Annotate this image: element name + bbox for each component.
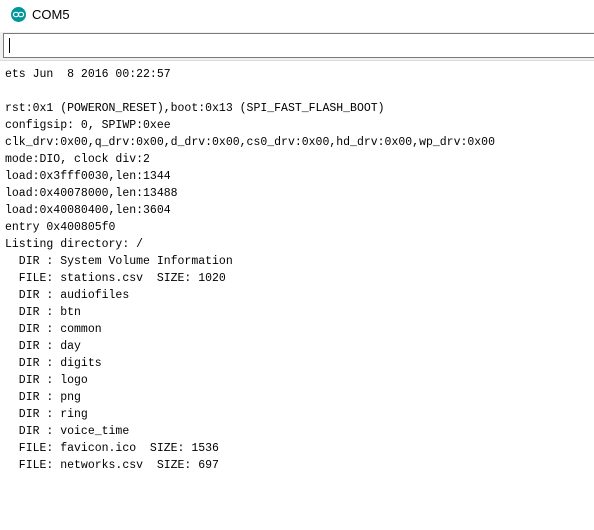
console-line: DIR : day — [5, 340, 81, 353]
console-line: DIR : System Volume Information — [5, 255, 233, 268]
title-bar: COM5 — [0, 0, 594, 32]
send-input[interactable] — [3, 33, 594, 58]
console-line: DIR : common — [5, 323, 102, 336]
console-line: DIR : logo — [5, 374, 88, 387]
console-line: Listing directory: / — [5, 238, 144, 251]
console-line: load:0x40080400,len:3604 — [5, 204, 171, 217]
console-line: DIR : ring — [5, 408, 88, 421]
console-line: FILE: networks.csv SIZE: 697 — [5, 459, 219, 472]
arduino-icon — [11, 7, 26, 22]
serial-output-area[interactable]: ets Jun 8 2016 00:22:57 rst:0x1 (POWERON_… — [0, 61, 594, 530]
console-line: load:0x40078000,len:13488 — [5, 187, 178, 200]
console-line: configsip: 0, SPIWP:0xee — [5, 119, 171, 132]
console-line: DIR : audiofiles — [5, 289, 130, 302]
console-line: entry 0x400805f0 — [5, 221, 116, 234]
send-bar — [0, 32, 594, 60]
console-line: DIR : png — [5, 391, 81, 404]
console-line: ets Jun 8 2016 00:22:57 — [5, 68, 171, 81]
console-line: DIR : digits — [5, 357, 102, 370]
window-title: COM5 — [32, 7, 70, 22]
text-caret — [9, 38, 10, 53]
console-line: DIR : btn — [5, 306, 81, 319]
console-line: FILE: stations.csv SIZE: 1020 — [5, 272, 226, 285]
console-line: mode:DIO, clock div:2 — [5, 153, 150, 166]
serial-output-text: ets Jun 8 2016 00:22:57 rst:0x1 (POWERON_… — [5, 66, 495, 474]
console-line: load:0x3fff0030,len:1344 — [5, 170, 171, 183]
console-line: FILE: favicon.ico SIZE: 1536 — [5, 442, 219, 455]
console-line: clk_drv:0x00,q_drv:0x00,d_drv:0x00,cs0_d… — [5, 136, 495, 149]
console-line: DIR : voice_time — [5, 425, 130, 438]
console-line: rst:0x1 (POWERON_RESET),boot:0x13 (SPI_F… — [5, 102, 385, 115]
